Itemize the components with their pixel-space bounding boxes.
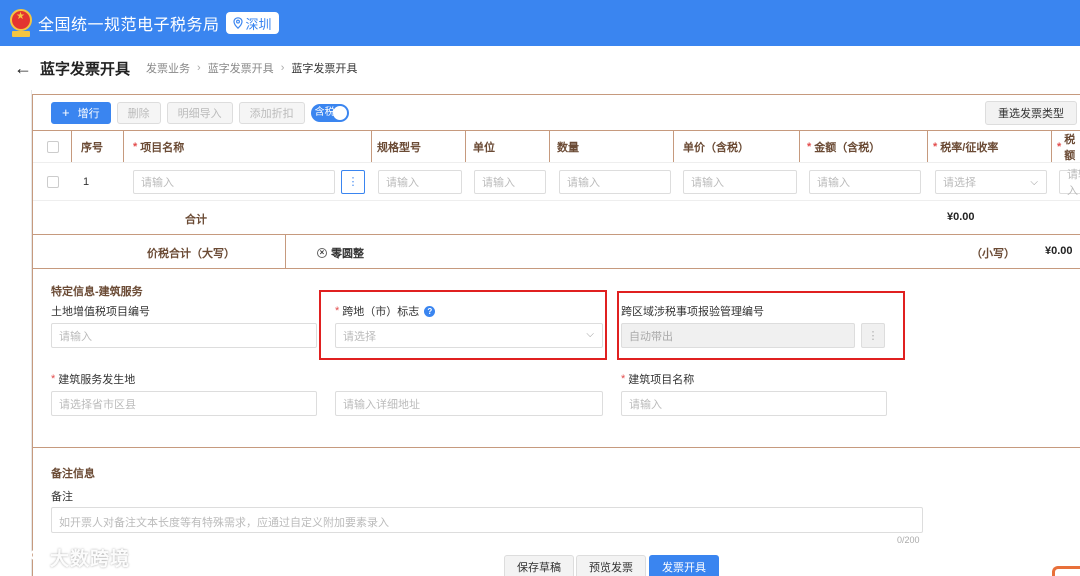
land-tax-label: 土地增值税项目编号 [51, 306, 150, 318]
invoice-form: + 增行 删除 明细导入 添加折扣 含税 重选发票类型 序号 * 项目名称 规格型… [32, 94, 1080, 576]
left-gutter [0, 90, 32, 576]
total-uppercase-value: × 零圆整 [317, 245, 364, 261]
land-tax-input[interactable]: 请输入 [51, 323, 317, 348]
watermark-text: 大数跨境 [50, 549, 131, 570]
remarks-char-counter: 0/200 [897, 535, 920, 545]
col-seq: 序号 [81, 141, 103, 154]
plus-icon: + [62, 105, 70, 120]
breadcrumb-item[interactable]: 蓝字发票开具 [208, 60, 274, 76]
col-quantity: 数量 [557, 141, 579, 154]
tax-rate-select[interactable]: 请选择 ⌵ [935, 169, 1047, 194]
breadcrumb-item[interactable]: 发票业务 [146, 60, 190, 76]
remarks-textarea[interactable]: 如开票人对备注文本长度等有特殊需求，应通过自定义附加要素录入 [51, 507, 923, 533]
section-divider [33, 447, 1080, 448]
reselect-invoice-type-button[interactable]: 重选发票类型 [985, 101, 1077, 125]
amount-input[interactable]: 请输入 [809, 169, 921, 194]
top-bar: ★ 全国统一规范电子税务局 深圳 [0, 0, 1080, 46]
delete-button[interactable]: 删除 [116, 101, 161, 124]
watermark: 大数跨境 [10, 544, 130, 571]
detailed-address-input[interactable]: 请输入详细地址 [335, 391, 603, 416]
table-header: 序号 * 项目名称 规格型号 单位 数量 单价（含税） * 金额（含税） * 税率/征… [33, 131, 1080, 163]
tax-toggle-label: 含税 [314, 106, 335, 118]
add-discount-button[interactable]: 添加折扣 [238, 101, 305, 124]
watermark-logo-icon [11, 549, 43, 566]
item-picker-more-icon[interactable]: ⋮ [341, 169, 365, 194]
toggle-knob [332, 105, 347, 120]
tax-inclusive-toggle[interactable]: 含税 [310, 103, 349, 122]
chevron-right-icon: › [197, 62, 201, 74]
item-name-input[interactable]: 请输入 [133, 169, 335, 194]
unit-input[interactable]: 请输入 [474, 169, 546, 194]
row-seq: 1 [83, 175, 90, 188]
total-lowercase-value: ¥0.00 [1045, 245, 1073, 257]
add-row-label: 增行 [77, 107, 100, 120]
save-draft-button[interactable]: 保存草稿 [504, 555, 574, 576]
service-place-label: * 建筑服务发生地 [51, 373, 136, 386]
project-name-input[interactable]: 请输入 [621, 391, 887, 416]
page-header: ← 蓝字发票开具 发票业务 › 蓝字发票开具 › 蓝字发票开具 [0, 46, 1080, 90]
column-divider [285, 235, 286, 269]
col-tax-rate: * 税率/征收率 [933, 140, 999, 154]
row-checkbox[interactable] [47, 175, 59, 188]
close-circle-icon: × [317, 248, 327, 258]
add-row-button[interactable]: + 增行 [51, 101, 111, 124]
chevron-down-icon: ⌵ [1030, 176, 1038, 188]
col-spec: 规格型号 [377, 141, 421, 154]
subtotal-label: 合计 [185, 214, 207, 226]
preview-invoice-button[interactable]: 预览发票 [576, 555, 646, 576]
tax-emblem-icon: ★ [10, 9, 32, 37]
location-pin-icon [232, 17, 243, 29]
table-row: 1 请输入 ⋮ 请输入 请输入 请输入 请输入 请输入 请选择⌵ 请输入 [33, 163, 1080, 201]
location-badge[interactable]: 深圳 [225, 12, 279, 34]
total-uppercase-label: 价税合计（大写） [147, 248, 235, 260]
col-amount: * 金额（含税） [807, 140, 881, 154]
col-item-name: * 项目名称 [133, 140, 185, 154]
col-tax: * 税额 [1057, 133, 1076, 162]
remarks-label: 备注 [51, 491, 73, 503]
special-info-title: 特定信息-建筑服务 [51, 286, 143, 298]
page-title: 蓝字发票开具 [40, 60, 131, 78]
select-all-checkbox[interactable] [47, 140, 59, 153]
location-text: 深圳 [245, 16, 272, 32]
breadcrumb: 发票业务 › 蓝字发票开具 › 蓝字发票开具 [146, 60, 357, 76]
subtotal-row: 合计 ¥0.00 [33, 201, 1080, 235]
total-lowercase-label: （小写） [971, 248, 1015, 260]
highlight-box-report-no [617, 291, 905, 360]
remarks-title: 备注信息 [51, 468, 95, 480]
app-title: 全国统一规范电子税务局 [38, 17, 220, 34]
col-unit: 单位 [473, 141, 495, 154]
quantity-input[interactable]: 请输入 [559, 169, 671, 194]
back-arrow-icon[interactable]: ← [14, 58, 34, 79]
chevron-right-icon: › [280, 62, 285, 74]
issue-invoice-button[interactable]: 发票开具 [649, 555, 719, 576]
subtotal-value: ¥0.00 [947, 211, 975, 223]
table-toolbar: + 增行 删除 明细导入 添加折扣 含税 重选发票类型 [33, 95, 1080, 131]
service-place-select[interactable]: 请选择省市区县 [51, 391, 317, 416]
highlight-box-cross-region [319, 290, 607, 360]
unit-price-input[interactable]: 请输入 [683, 169, 797, 194]
tax-input[interactable]: 请输入 [1059, 169, 1080, 197]
breadcrumb-current: 蓝字发票开具 [291, 63, 358, 75]
project-name-label: * 建筑项目名称 [621, 373, 695, 386]
col-unit-price: 单价（含税） [683, 141, 749, 154]
grand-total-row: 价税合计（大写） × 零圆整 （小写） ¥0.00 [33, 235, 1080, 269]
spec-input[interactable]: 请输入 [378, 169, 462, 194]
import-details-button[interactable]: 明细导入 [166, 101, 233, 124]
corner-logo-icon [1052, 566, 1080, 576]
